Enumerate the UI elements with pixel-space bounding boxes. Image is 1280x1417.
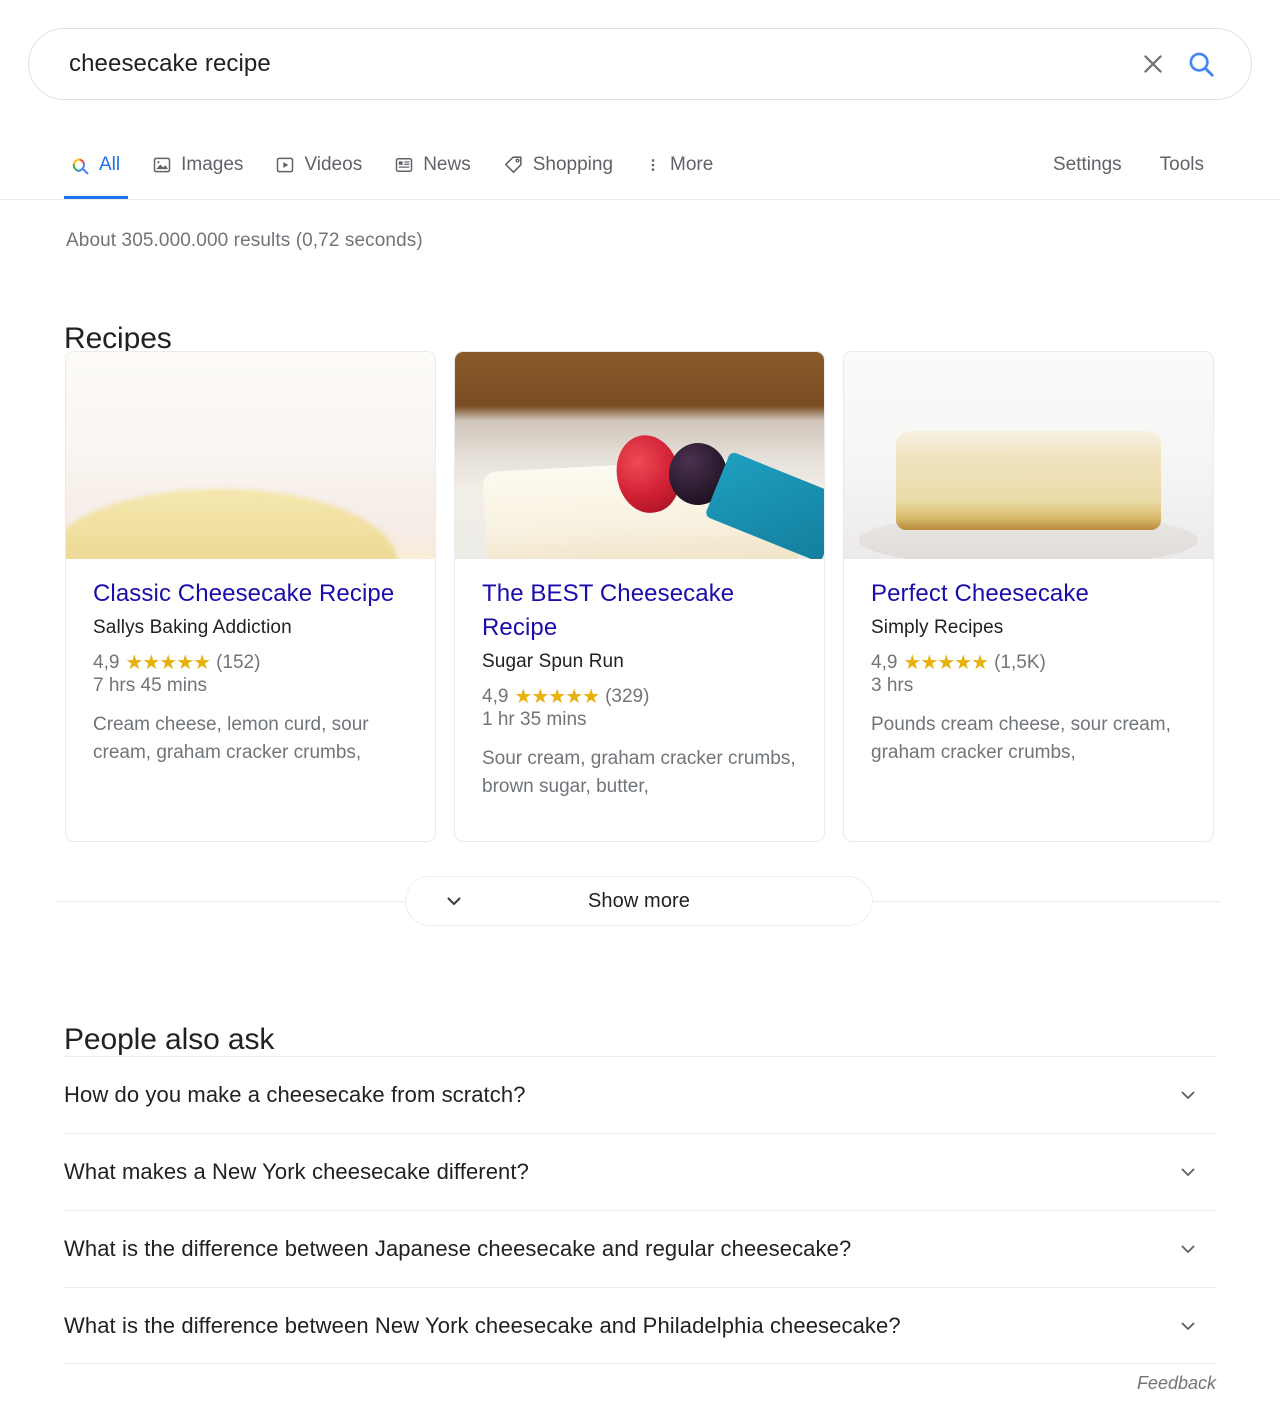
show-more-label: Show more — [587, 889, 691, 912]
search-icon[interactable] — [1177, 40, 1225, 88]
paa-question-row[interactable]: What is the difference between Japanese … — [64, 1210, 1216, 1287]
search-bar[interactable] — [28, 28, 1252, 100]
search-nav-bar: All Images Videos News Shopping More Set… — [0, 138, 1280, 200]
people-also-ask-title: People also ask — [64, 1022, 275, 1056]
recipe-card[interactable]: Perfect Cheesecake Simply Recipes 4,9 ★★… — [843, 351, 1214, 842]
tab-shopping-label: Shopping — [532, 153, 614, 175]
recipe-ingredients: Cream cheese, lemon curd, sour cream, gr… — [93, 714, 369, 763]
recipe-source: Sallys Baking Addiction — [93, 617, 292, 638]
people-also-ask-list: How do you make a cheesecake from scratc… — [64, 1056, 1216, 1364]
recipe-time: 3 hrs — [871, 675, 914, 696]
paa-question-row[interactable]: How do you make a cheesecake from scratc… — [64, 1056, 1216, 1133]
video-play-icon — [275, 155, 295, 175]
recipe-title-link[interactable]: Perfect Cheesecake — [871, 577, 1186, 611]
recipe-title-link[interactable]: Classic Cheesecake Recipe — [93, 577, 408, 611]
recipe-rating: 4,9 ★★★★★ (1,5K) — [871, 652, 1186, 674]
rating-value: 4,9 — [871, 652, 898, 673]
chevron-down-icon[interactable] — [1166, 1237, 1210, 1261]
search-input[interactable] — [67, 49, 1129, 79]
tab-images[interactable]: Images — [136, 138, 259, 191]
star-rating-icon: ★★★★★ — [903, 652, 989, 674]
recipe-rating: 4,9 ★★★★★ (329) — [482, 686, 797, 708]
newspaper-icon — [394, 155, 414, 175]
paa-question-text: What makes a New York cheesecake differe… — [64, 1159, 529, 1184]
google-search-icon — [68, 154, 90, 176]
nav-tools: Settings Tools — [1041, 138, 1240, 191]
review-count: (1,5K) — [994, 652, 1046, 673]
star-rating-icon: ★★★★★ — [125, 652, 211, 674]
feedback-link[interactable]: Feedback — [1137, 1373, 1216, 1394]
tab-videos-label: Videos — [304, 153, 363, 175]
recipe-image-perfect-cheesecake — [844, 352, 1213, 559]
recipe-ingredients: Pounds cream cheese, sour cream, graham … — [871, 714, 1171, 763]
review-count: (152) — [216, 652, 261, 673]
tools-button[interactable]: Tools — [1148, 154, 1216, 176]
recipe-time: 7 hrs 45 mins — [93, 675, 208, 696]
chevron-down-icon[interactable] — [1166, 1314, 1210, 1338]
settings-button[interactable]: Settings — [1041, 154, 1134, 176]
tab-all[interactable]: All — [64, 138, 136, 199]
nav-tab-list: All Images Videos News Shopping More — [64, 138, 729, 199]
paa-question-row[interactable]: What makes a New York cheesecake differe… — [64, 1133, 1216, 1210]
tab-news[interactable]: News — [378, 138, 487, 191]
paa-question-text: What is the difference between Japanese … — [64, 1236, 852, 1261]
recipe-ingredients: Sour cream, graham cracker crumbs, brown… — [482, 748, 796, 797]
paa-question-row[interactable]: What is the difference between New York … — [64, 1287, 1216, 1364]
chevron-down-icon[interactable] — [1166, 1160, 1210, 1184]
chevron-down-icon[interactable] — [1166, 1083, 1210, 1107]
divider-right — [873, 900, 1221, 902]
tab-news-label: News — [423, 153, 471, 175]
recipe-card[interactable]: Classic Cheesecake Recipe Sallys Baking … — [65, 351, 436, 842]
price-tag-icon — [503, 154, 524, 175]
star-rating-icon: ★★★★★ — [514, 686, 600, 708]
rating-value: 4,9 — [482, 686, 509, 707]
recipe-source: Sugar Spun Run — [482, 651, 624, 672]
recipe-source: Simply Recipes — [871, 617, 1004, 638]
recipe-time: 1 hr 35 mins — [482, 709, 587, 730]
recipe-card-list: Classic Cheesecake Recipe Sallys Baking … — [65, 351, 1215, 842]
paa-question-text: How do you make a cheesecake from scratc… — [64, 1082, 526, 1107]
show-more-button[interactable]: Show more — [405, 876, 873, 926]
whole-cheesecake-shape — [895, 430, 1162, 531]
tab-images-label: Images — [181, 153, 244, 175]
recipe-card[interactable]: The BEST Cheesecake Recipe Sugar Spun Ru… — [454, 351, 825, 842]
close-icon[interactable] — [1129, 40, 1177, 88]
tab-shopping[interactable]: Shopping — [487, 138, 629, 191]
show-more-row: Show more — [57, 876, 1221, 926]
rating-value: 4,9 — [93, 652, 120, 673]
result-stats: About 305.000.000 results (0,72 seconds) — [66, 230, 423, 251]
search-bar-container — [28, 28, 1252, 100]
tab-more-label: More — [670, 153, 714, 175]
recipe-title-link[interactable]: The BEST Cheesecake Recipe — [482, 577, 797, 645]
more-vertical-icon — [645, 155, 661, 175]
tab-videos[interactable]: Videos — [259, 138, 378, 191]
recipe-image-classic-cheesecake — [66, 352, 435, 559]
recipe-rating: 4,9 ★★★★★ (152) — [93, 652, 408, 674]
paa-question-text: What is the difference between New York … — [64, 1312, 901, 1338]
recipe-image-best-cheesecake — [455, 352, 824, 559]
image-icon — [152, 155, 172, 175]
divider-left — [57, 900, 405, 902]
tab-all-label: All — [99, 153, 121, 175]
review-count: (329) — [605, 686, 650, 707]
tab-more[interactable]: More — [629, 138, 729, 191]
chevron-down-icon — [442, 889, 466, 913]
